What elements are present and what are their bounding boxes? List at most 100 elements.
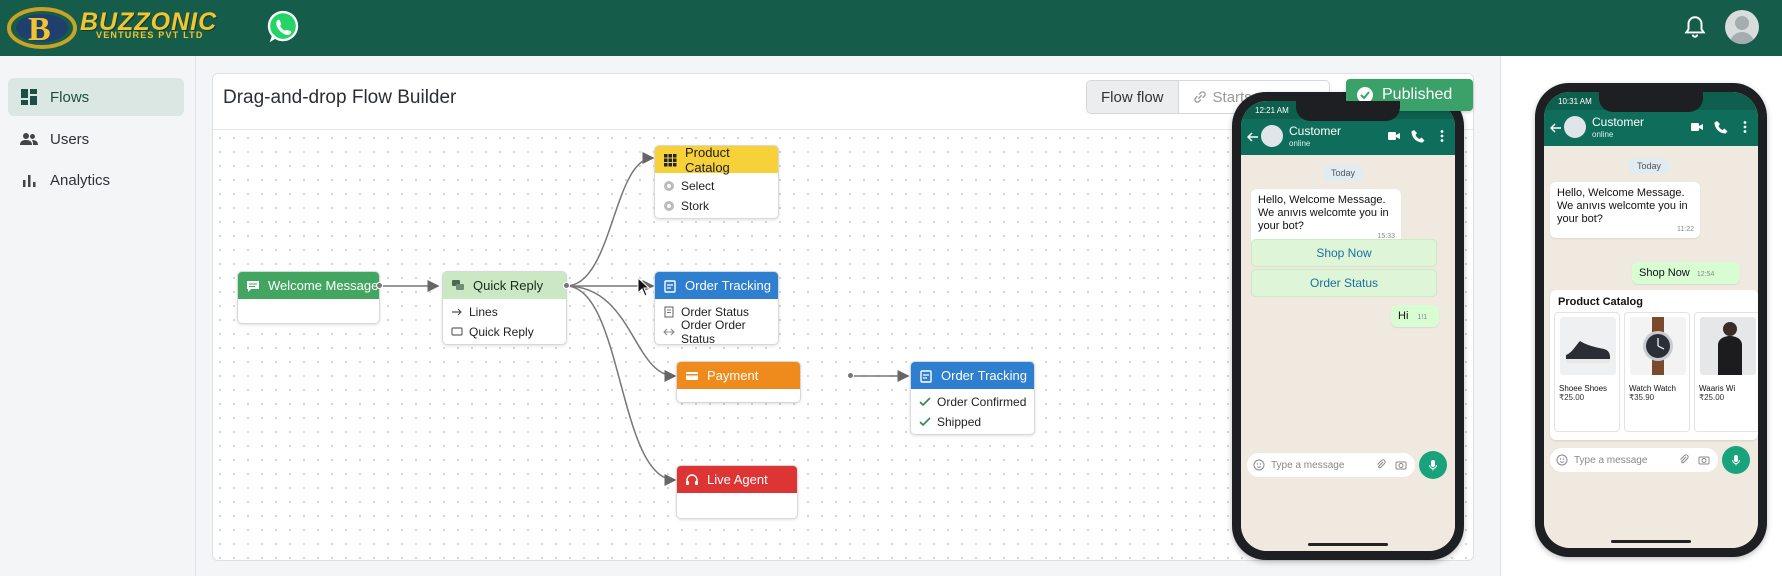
product-price: ₹35.90 [1629,393,1655,402]
sidebar-item-users[interactable]: Users [8,120,184,158]
clipboard-icon [664,279,676,293]
chat-area: Today Hello, Welcome Message. We anıvıs … [1241,155,1455,551]
contact-status: online [1289,139,1311,148]
contact-avatar[interactable] [1564,116,1586,138]
mouse-cursor-icon [637,277,651,297]
attachment-icon[interactable] [1375,459,1387,471]
more-options-icon[interactable] [1738,120,1752,134]
dashboard-icon [21,89,37,105]
contact-avatar[interactable] [1261,125,1283,147]
segment-flow[interactable]: Flow flow [1087,81,1179,113]
catalog-title: Product Catalog [1558,296,1643,308]
product-card[interactable]: Waaris Wi ₹25.00 [1694,312,1758,432]
message-line: your bot? [1557,213,1603,225]
watch-image [1630,317,1686,375]
product-catalog-message: Product Catalog Shoee Shoes ₹25.00 Watch… [1550,290,1758,440]
node-output-port[interactable] [847,372,854,379]
notification-bell-icon[interactable] [1682,14,1708,40]
node-option[interactable]: Order Confirmed [911,392,1034,412]
node-option[interactable]: Stork [655,196,778,216]
node-header: Product Catalog [655,145,778,175]
node-output-port[interactable] [376,282,383,289]
node-option-label: Order Order Status [681,318,746,345]
node-output-port[interactable] [563,282,570,289]
message-time: 11:22 [1677,226,1694,233]
node-title: Order Tracking [941,368,1027,383]
message-line: We anıvıs welcomte you in [1557,200,1688,212]
node-option[interactable]: Quick Reply [443,322,566,342]
chat-icon [451,327,463,336]
video-call-icon[interactable] [1387,129,1401,143]
message-line: Hello, Welcome Message. [1557,187,1685,199]
node-option-label: Order Status [681,305,750,319]
microphone-icon [1429,460,1437,471]
video-call-icon[interactable] [1690,120,1704,134]
message-time: 12:54 [1696,271,1715,278]
product-price: ₹25.00 [1559,393,1585,402]
incoming-message: Hello, Welcome Message. We anıvıs welcom… [1550,182,1700,238]
swap-arrows-icon [663,328,675,336]
node-order-tracking[interactable]: Order Tracking Order Status Order Order … [654,271,779,345]
phone-preview-2: 10:31 AM Customer online Today Hello, We… [1535,83,1767,557]
node-header: Live Agent [677,466,797,493]
message-compose[interactable]: Type a message [1550,448,1718,472]
node-option[interactable]: Select [655,176,778,196]
message-icon [247,280,259,292]
node-option[interactable]: Shipped [911,412,1034,432]
top-bar: B BUZZONIC VENTURES PVT LTD [0,0,1782,56]
node-order-tracking-2[interactable]: Order Tracking Order Confirmed Shipped [910,361,1035,435]
node-header: Welcome Message [238,272,379,299]
node-option-label: Quick Reply [469,325,534,339]
node-option-label: Select [681,179,715,193]
date-separator: Today [1323,165,1364,181]
camera-icon[interactable] [1698,454,1710,466]
quick-reply-order-status[interactable]: Order Status [1251,269,1437,297]
node-quick-reply[interactable]: Quick Reply Lines Quick Reply [442,271,567,345]
sidebar-item-analytics[interactable]: Analytics [8,161,184,199]
node-title: Order Tracking [685,278,771,293]
voice-record-button[interactable] [1419,451,1447,479]
node-welcome-message[interactable]: Welcome Message [237,271,380,324]
quick-reply-shop-now[interactable]: Shop Now [1251,239,1437,267]
document-icon [664,306,674,318]
user-avatar[interactable] [1725,10,1759,44]
whatsapp-icon [267,10,299,43]
check-icon [919,397,931,407]
phone-call-icon[interactable] [1411,129,1425,143]
emoji-icon[interactable] [1253,459,1265,471]
node-title: Payment [707,368,759,383]
radio-icon [664,201,674,211]
node-product-catalog[interactable]: Product Catalog Select Stork [654,145,779,219]
node-payment[interactable]: Payment [676,361,801,403]
node-live-agent[interactable]: Live Agent [676,465,798,519]
incoming-message: Hello, Welcome Message. We anıvıs welcom… [1251,189,1401,245]
node-option-label: Shipped [937,415,982,429]
back-arrow-icon[interactable] [1247,131,1259,143]
message-line: We anıvıs welcomte you in [1258,207,1389,219]
sidebar-item-flows[interactable]: Flows [8,78,184,116]
more-options-icon[interactable] [1435,129,1449,143]
back-arrow-icon[interactable] [1550,122,1562,134]
emoji-icon[interactable] [1556,454,1568,466]
node-option[interactable]: Lines [443,302,566,322]
phone-call-icon[interactable] [1714,120,1728,134]
product-card[interactable]: Shoee Shoes ₹25.00 [1554,312,1620,432]
sidebar-item-label: Analytics [50,171,111,189]
attachment-icon[interactable] [1678,454,1690,466]
node-header: Order Tracking [911,362,1034,389]
clipboard-icon [920,369,932,383]
message-compose[interactable]: Type a message [1247,453,1415,477]
product-name: Waaris Wi [1699,384,1736,393]
product-card[interactable]: Watch Watch ₹35.90 [1624,312,1690,432]
message-line: Hello, Welcome Message. [1258,194,1386,206]
product-name: Watch Watch [1629,384,1676,393]
node-option[interactable]: Order Order Status [655,318,778,344]
message-input[interactable]: Type a message [1574,455,1678,466]
voice-record-button[interactable] [1722,446,1750,474]
message-input[interactable]: Type a message [1271,460,1375,471]
message-time: 1!1 [1417,314,1428,321]
phone-preview-1: 12:21 AM Customer online Today Hello, We… [1232,92,1464,560]
node-option-label: Lines [469,305,498,319]
camera-icon[interactable] [1395,459,1407,471]
node-title: Product Catalog [684,145,730,175]
